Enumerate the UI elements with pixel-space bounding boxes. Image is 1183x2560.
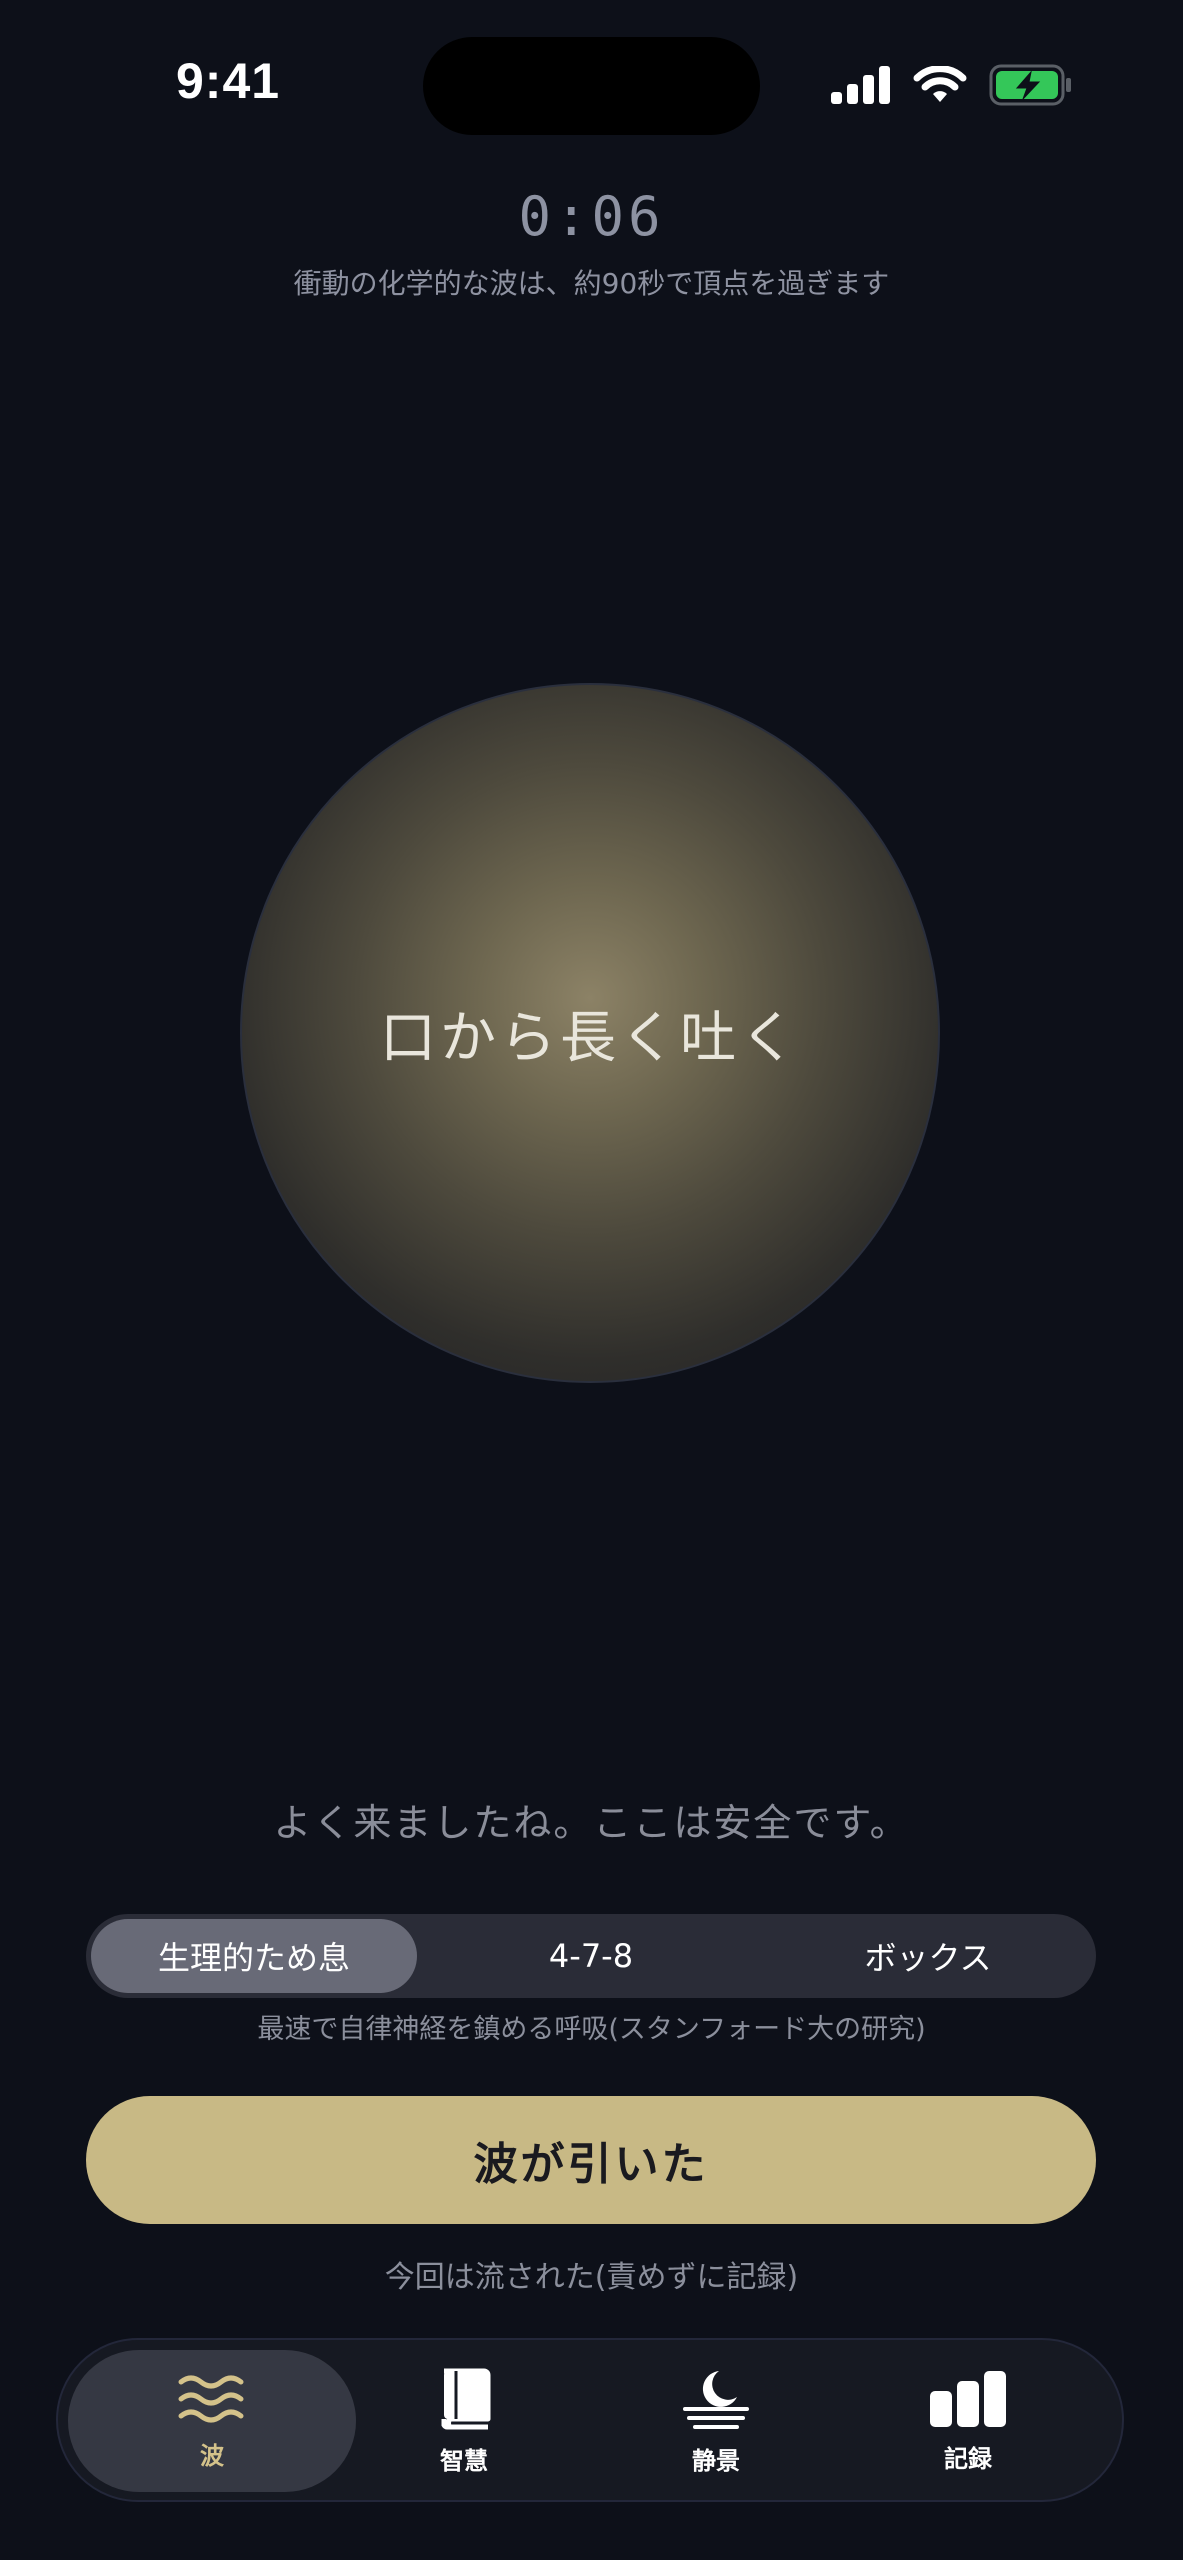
tab-label-serenity: 静景 (692, 2446, 740, 2475)
bar-chart-icon (930, 2370, 1006, 2427)
tab-label-wave: 波 (200, 2441, 224, 2470)
tab-wisdom[interactable]: 智慧 (320, 2350, 608, 2492)
tab-bar: 波 智慧 静景 記録 (56, 2338, 1124, 2502)
moon-icon (683, 2370, 749, 2429)
mode-description: 最速で自律神経を鎮める呼吸(スタンフォード大の研究) (257, 2014, 926, 2045)
battery-charging-icon (989, 64, 1071, 106)
mode-physiological-sigh[interactable]: 生理的ため息 (91, 1919, 417, 1993)
dynamic-island (423, 37, 760, 135)
tab-records[interactable]: 記録 (824, 2350, 1112, 2492)
wave-caption: 衝動の化学的な波は、約90秒で頂点を過ぎます (293, 267, 890, 300)
tab-label-wisdom: 智慧 (440, 2446, 488, 2475)
breathing-orb: 口から長く吐く (240, 683, 940, 1383)
welcome-message: よく来ましたね。ここは安全です。 (273, 1801, 910, 1845)
wave-passed-button[interactable]: 波が引いた (86, 2096, 1096, 2224)
status-time: 9:41 (176, 53, 281, 109)
breathing-instruction: 口から長く吐く (380, 1005, 800, 1071)
book-icon (441, 2368, 491, 2430)
mode-4-7-8[interactable]: 4-7-8 (428, 1919, 754, 1993)
mode-box[interactable]: ボックス (765, 1919, 1091, 1993)
cellular-signal-icon (831, 66, 890, 104)
breathing-mode-selector: 生理的ため息 4-7-8 ボックス (86, 1914, 1096, 1998)
waves-icon (178, 2375, 244, 2422)
swept-away-link[interactable]: 今回は流された(責めずに記録) (0, 2252, 1183, 2296)
status-icons (831, 64, 1073, 106)
elapsed-timer: 0:06 (518, 185, 665, 248)
wifi-icon (913, 66, 967, 102)
tab-label-records: 記録 (944, 2444, 992, 2473)
tab-serenity[interactable]: 静景 (572, 2350, 860, 2492)
status-bar: 9:41 (0, 0, 1183, 150)
tab-wave[interactable]: 波 (68, 2350, 356, 2492)
